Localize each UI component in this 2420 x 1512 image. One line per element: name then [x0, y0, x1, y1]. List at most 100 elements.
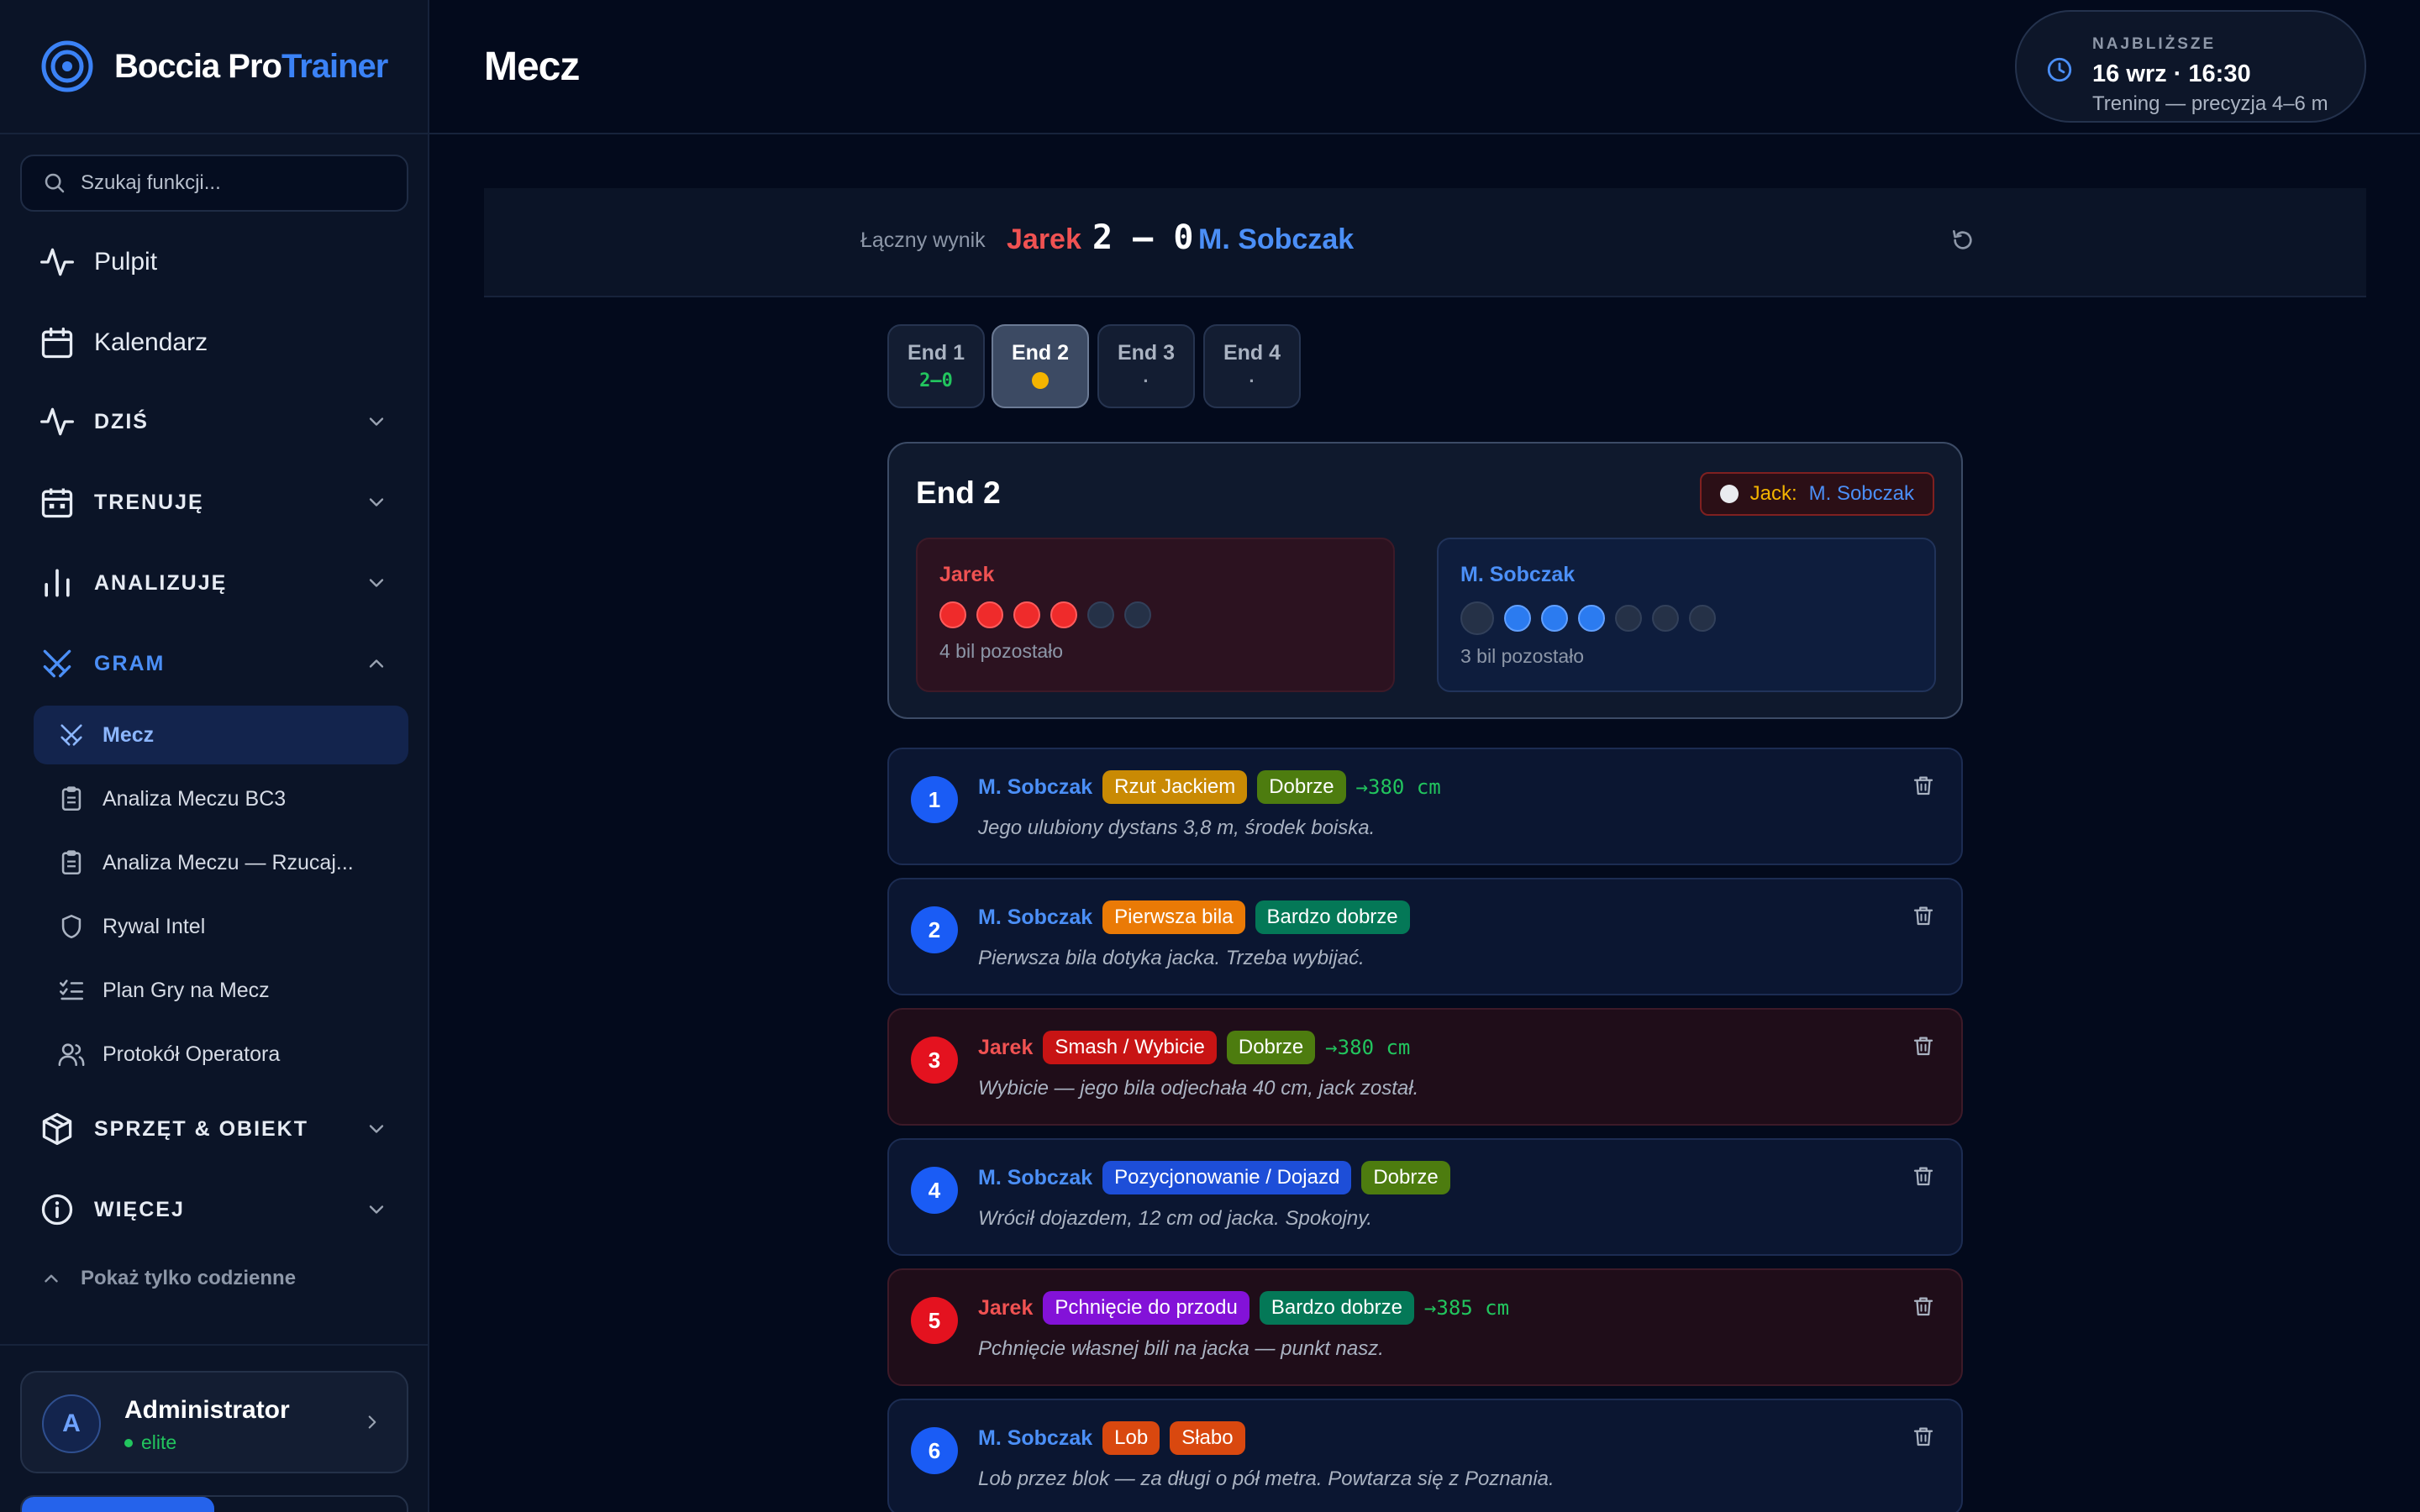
throw-note: Jego ulubiony dystans 3,8 m, środek bois…: [978, 816, 1376, 839]
trash-icon[interactable]: [1911, 1294, 1936, 1319]
end-title: End 2: [916, 475, 1001, 510]
active-end-dot: [1032, 372, 1049, 389]
throw-grade-tag: Dobrze: [1257, 770, 1346, 804]
clock-icon: [2047, 57, 2072, 82]
throw-header: M. Sobczak Pierwsza bila Bardzo dobrze: [978, 900, 1420, 935]
trash-icon[interactable]: [1911, 1033, 1936, 1058]
end-tab-score: 2–0: [919, 370, 953, 391]
trash-icon[interactable]: [1911, 773, 1936, 798]
ball-remaining[interactable]: [1541, 605, 1568, 632]
tab-end-3[interactable]: End 3 ·: [1097, 324, 1195, 408]
chevron-down-icon: [369, 1205, 384, 1214]
clipboard-icon: [61, 786, 82, 811]
nav-item-pulpit[interactable]: Pulpit: [20, 230, 408, 294]
info-icon: [41, 1194, 73, 1226]
end-panel: End 2 Jack: M. Sobczak Jarek 4 bil pozos…: [887, 442, 1963, 719]
throw-grade-tag: Dobrze: [1361, 1161, 1450, 1194]
throw-type-tag: Smash / Wybicie: [1043, 1031, 1217, 1064]
avatar: A: [42, 1394, 101, 1453]
trash-icon[interactable]: [1911, 1163, 1936, 1189]
sidebar-item-rywal-intel[interactable]: Rywal Intel: [34, 897, 408, 956]
search-box[interactable]: [20, 155, 408, 212]
nav-group-wiecej[interactable]: WIĘCEJ: [20, 1178, 408, 1242]
end-tab-label: End 4: [1223, 341, 1281, 365]
user-card[interactable]: A Administrator elite: [20, 1371, 408, 1473]
crossed-swords-icon: [60, 724, 82, 746]
sidebar: Boccia ProTrainer Pulpit Kalendarz DZIŚ …: [0, 0, 429, 1512]
throw-number: 4: [911, 1167, 958, 1214]
throw-distance: →385 cm: [1423, 1296, 1510, 1320]
player-name: M. Sobczak: [1460, 563, 1576, 586]
show-daily-only-toggle[interactable]: Pokaż tylko codzienne: [40, 1267, 296, 1290]
player-name: Jarek: [939, 563, 995, 586]
tab-end-2[interactable]: End 2: [992, 324, 1089, 408]
throw-grade-tag: Dobrze: [1226, 1031, 1316, 1064]
throw-type-tag: Pchnięcie do przodu: [1043, 1291, 1249, 1325]
throw-type-tag: Pierwsza bila: [1102, 900, 1245, 934]
tab-end-4[interactable]: End 4 ·: [1203, 324, 1301, 408]
nav-item-label: Kalendarz: [94, 328, 208, 356]
throw-number: 6: [911, 1427, 958, 1474]
sidebar-item-protokol-operatora[interactable]: Protokół Operatora: [34, 1025, 408, 1084]
jack-badge: Jack: M. Sobczak: [1699, 472, 1934, 516]
player-box-blue: M. Sobczak 3 bil pozostało: [1437, 538, 1936, 692]
ball-remaining[interactable]: [976, 601, 1003, 628]
throw-number: 2: [911, 906, 958, 953]
throw-player: M. Sobczak: [978, 774, 1093, 799]
trash-icon[interactable]: [1911, 903, 1936, 928]
sidebar-item-analiza-rzucajacy[interactable]: Analiza Meczu — Rzucaj...: [34, 833, 408, 892]
throw-player: Jarek: [978, 1295, 1034, 1320]
sidebar-item-analiza-bc3[interactable]: Analiza Meczu BC3: [34, 769, 408, 828]
trash-icon[interactable]: [1911, 1424, 1936, 1449]
end-tab-label: End 3: [1117, 341, 1176, 365]
sidebar-item-plan-gry[interactable]: Plan Gry na Mecz: [34, 961, 408, 1020]
activity-icon: [40, 248, 74, 276]
nav-item-kalendarz[interactable]: Kalendarz: [20, 311, 408, 375]
balls-remaining-text: 3 bil pozostało: [1460, 645, 1585, 667]
nav-group-dzis[interactable]: DZIŚ: [20, 390, 408, 454]
calendar-check-icon: [41, 488, 73, 518]
ball-remaining[interactable]: [1050, 601, 1077, 628]
ball-remaining[interactable]: [1013, 601, 1040, 628]
throw-distance: →380 cm: [1325, 1036, 1411, 1059]
chevron-down-icon: [369, 498, 384, 507]
tab-end-1[interactable]: End 1 2–0: [887, 324, 985, 408]
throw-header: M. Sobczak Pozycjonowanie / Dojazd Dobrz…: [978, 1160, 1460, 1195]
checklist-icon: [59, 979, 84, 1000]
next-session-card[interactable]: NAJBLIŻSZE 16 wrz · 16:30 Trening — prec…: [2015, 10, 2366, 123]
throw-header: M. Sobczak Rzut Jackiem Dobrze →380 cm: [978, 769, 1441, 805]
sidebar-item-mecz[interactable]: Mecz: [34, 706, 408, 764]
score-player-red: Jarek: [1007, 223, 1081, 255]
page-title: Mecz: [484, 45, 580, 89]
package-icon: [42, 1112, 72, 1146]
ball-used: [1087, 601, 1114, 628]
ball-row: [939, 601, 1161, 628]
chevron-down-icon: [369, 1125, 384, 1133]
balls-remaining-text: 4 bil pozostało: [939, 640, 1064, 662]
chevron-down-icon: [369, 579, 384, 587]
users-icon: [58, 1043, 85, 1067]
score-bar: Łączny wynik Jarek 2 – 0 M. Sobczak: [484, 188, 2366, 297]
nav-group-trenuje[interactable]: TRENUJĘ: [20, 470, 408, 534]
brand[interactable]: Boccia ProTrainer: [0, 0, 428, 134]
chevron-right-icon: [368, 1415, 376, 1429]
throw-type-tag: Pozycjonowanie / Dojazd: [1102, 1161, 1352, 1194]
throw-number: 3: [911, 1037, 958, 1084]
throw-number: 1: [911, 776, 958, 823]
ball-remaining[interactable]: [1504, 605, 1531, 632]
nav-group-gram[interactable]: GRAM: [20, 632, 408, 696]
search-input[interactable]: [81, 171, 400, 195]
nav-group-sprzet[interactable]: SPRZĘT & OBIEKT: [20, 1097, 408, 1161]
ball-remaining[interactable]: [939, 601, 966, 628]
nav-group-analizuje[interactable]: ANALIZUJĘ: [20, 551, 408, 615]
ball-remaining[interactable]: [1578, 605, 1605, 632]
end-tab-label: End 1: [907, 341, 965, 365]
throw-grade-tag: Bardzo dobrze: [1259, 1291, 1414, 1325]
bar-chart-icon: [45, 569, 70, 597]
sidebar-item-label: Rywal Intel: [103, 914, 206, 938]
reset-icon[interactable]: [1949, 227, 1976, 254]
crossed-swords-icon: [43, 649, 71, 678]
throw-grade-tag: Słabo: [1170, 1421, 1245, 1455]
ball-used: [1124, 601, 1151, 628]
score-label: Łączny wynik: [860, 228, 986, 252]
